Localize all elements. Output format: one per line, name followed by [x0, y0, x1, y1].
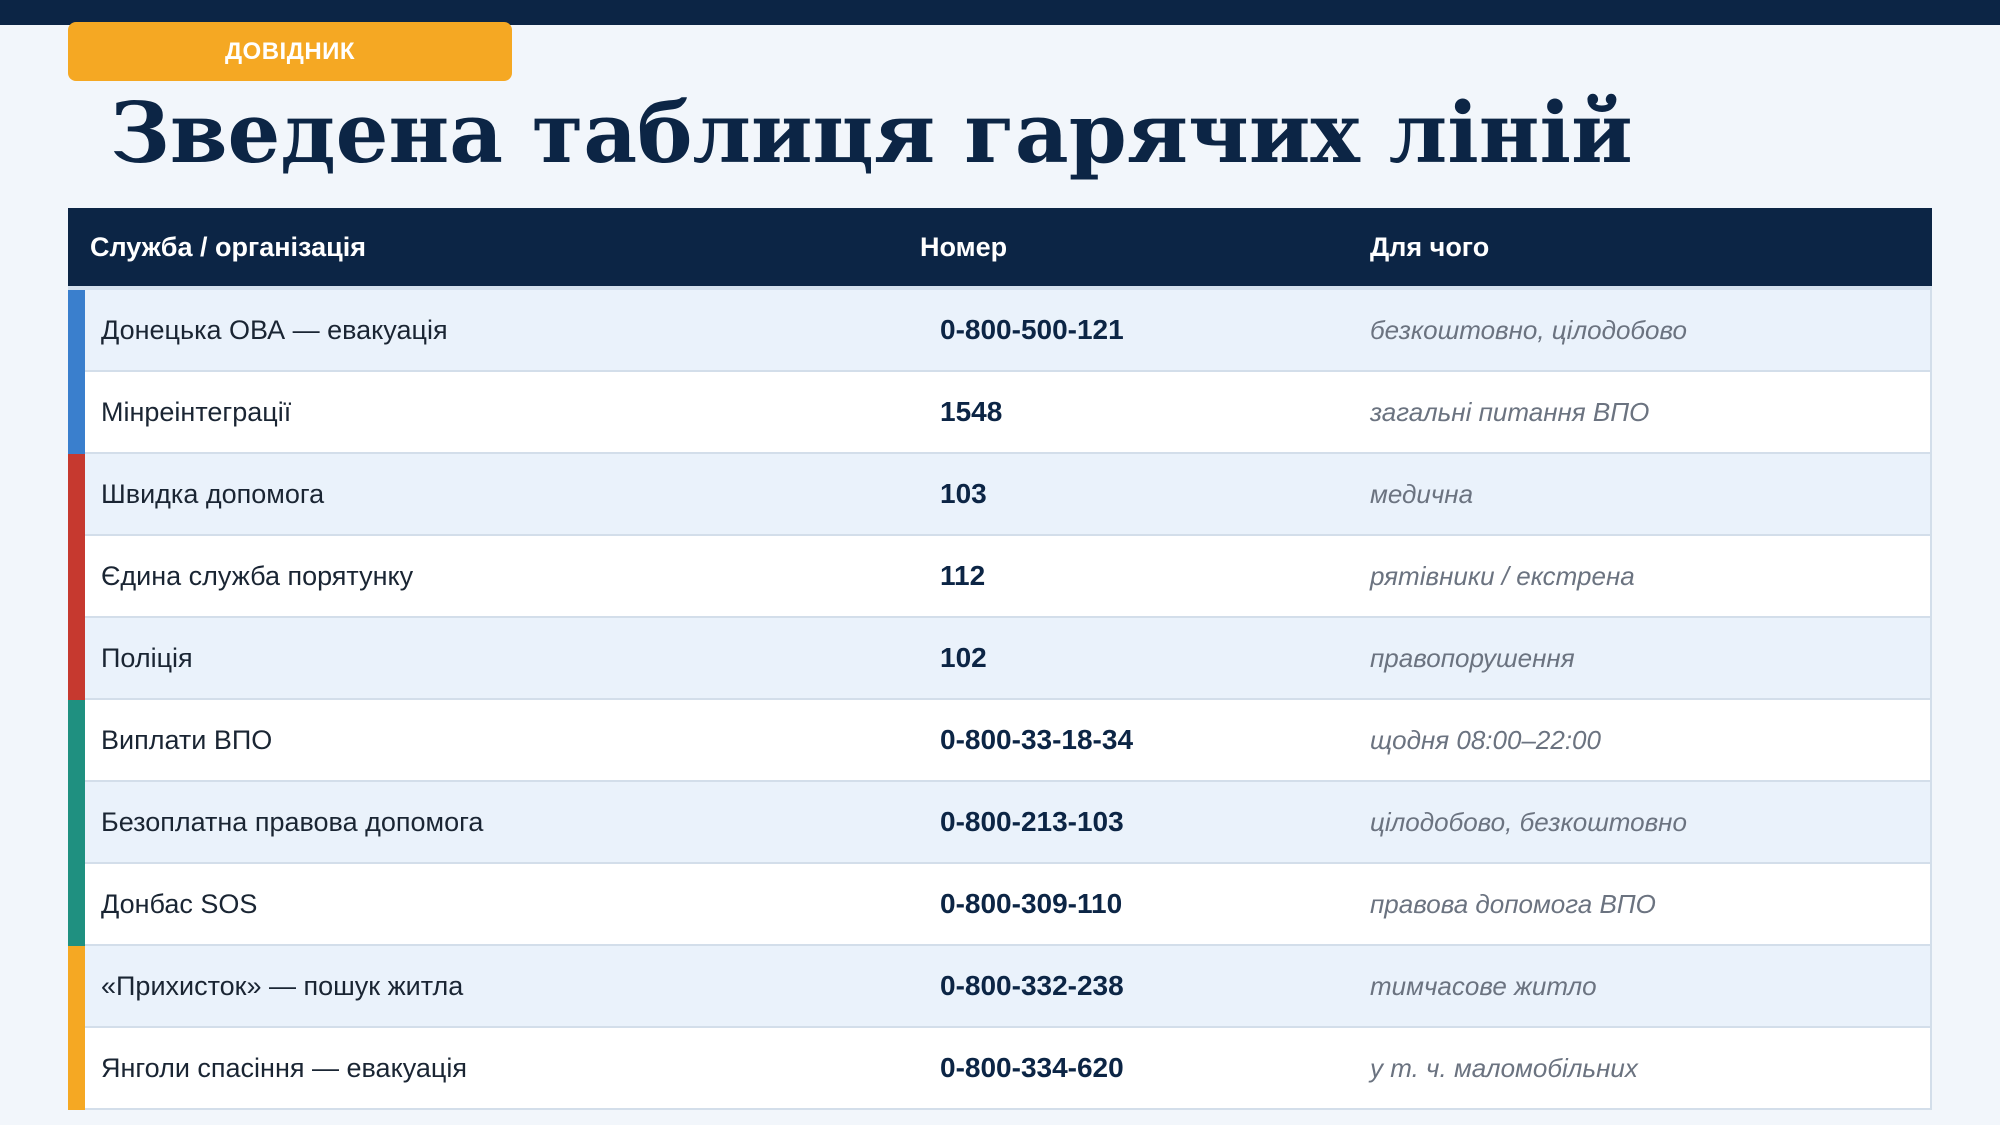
category-accent-bar — [68, 782, 85, 864]
purpose-note: медична — [1370, 478, 1474, 509]
category-accent-bar — [68, 864, 85, 946]
table-row: Донецька ОВА — евакуація 0-800-500-121 б… — [68, 290, 1930, 372]
purpose-note: тимчасове житло — [1370, 970, 1597, 1001]
phone-number: 103 — [940, 478, 987, 509]
phone-number: 0-800-213-103 — [940, 806, 1124, 837]
column-header-purpose: Для чого — [1370, 231, 1490, 262]
page-title: Зведена таблиця гарячих ліній — [110, 84, 1633, 182]
purpose-note: щодня 08:00–22:00 — [1370, 724, 1601, 755]
section-badge: ДОВІДНИК — [68, 22, 512, 81]
purpose-note: безкоштовно, цілодобово — [1370, 314, 1687, 345]
phone-number: 0-800-309-110 — [940, 888, 1123, 919]
purpose-note: правова допомога ВПО — [1370, 888, 1656, 919]
column-header-number: Номер — [920, 231, 1008, 262]
table-row: Поліція 102 правопорушення — [68, 618, 1930, 700]
service-name: Єдина служба порятунку — [101, 560, 414, 591]
category-accent-bar — [68, 290, 85, 372]
category-accent-bar — [68, 618, 85, 700]
category-accent-bar — [68, 372, 85, 454]
table-row: Янголи спасіння — евакуація 0-800-334-62… — [68, 1028, 1930, 1110]
service-name: Виплати ВПО — [101, 724, 273, 755]
phone-number: 1548 — [940, 396, 1003, 427]
phone-number: 0-800-33-18-34 — [940, 724, 1134, 755]
purpose-note: правопорушення — [1370, 642, 1575, 673]
service-name: Янголи спасіння — евакуація — [101, 1052, 467, 1083]
column-header-service: Служба / організація — [90, 231, 366, 262]
table-row: Виплати ВПО 0-800-33-18-34 щодня 08:00–2… — [68, 700, 1930, 782]
service-name: Мінреінтеграції — [101, 396, 292, 427]
phone-number: 0-800-332-238 — [940, 970, 1124, 1001]
phone-number: 0-800-500-121 — [940, 314, 1124, 345]
category-accent-bar — [68, 536, 85, 618]
table-row: Донбас SOS 0-800-309-110 правова допомог… — [68, 864, 1930, 946]
table-row: Єдина служба порятунку 112 рятівники / е… — [68, 536, 1930, 618]
purpose-note: загальні питання ВПО — [1370, 396, 1650, 427]
service-name: Донбас SOS — [101, 888, 258, 919]
service-name: Донецька ОВА — евакуація — [101, 314, 448, 345]
table-row: Швидка допомога 103 медична — [68, 454, 1930, 536]
table-row: Безоплатна правова допомога 0-800-213-10… — [68, 782, 1930, 864]
purpose-note: рятівники / екстрена — [1370, 560, 1635, 591]
purpose-note: цілодобово, безкоштовно — [1370, 806, 1687, 837]
service-name: «Прихисток» — пошук житла — [101, 970, 464, 1001]
category-accent-bar — [68, 700, 85, 782]
hotlines-table: Служба / організація Номер Для чого Доне… — [68, 208, 1932, 1110]
table-body: Донецька ОВА — евакуація 0-800-500-121 б… — [68, 290, 1932, 1110]
category-accent-bar — [68, 1028, 85, 1110]
category-accent-bar — [68, 946, 85, 1028]
phone-number: 102 — [940, 642, 987, 673]
table-row: Мінреінтеграції 1548 загальні питання ВП… — [68, 372, 1930, 454]
phone-number: 112 — [940, 560, 986, 591]
service-name: Поліція — [101, 642, 193, 673]
service-name: Безоплатна правова допомога — [101, 806, 484, 837]
table-row: «Прихисток» — пошук житла 0-800-332-238 … — [68, 946, 1930, 1028]
table-header: Служба / організація Номер Для чого — [68, 208, 1932, 290]
purpose-note: у т. ч. маломобільних — [1370, 1052, 1638, 1083]
category-accent-bar — [68, 454, 85, 536]
service-name: Швидка допомога — [101, 478, 325, 509]
phone-number: 0-800-334-620 — [940, 1052, 1124, 1083]
